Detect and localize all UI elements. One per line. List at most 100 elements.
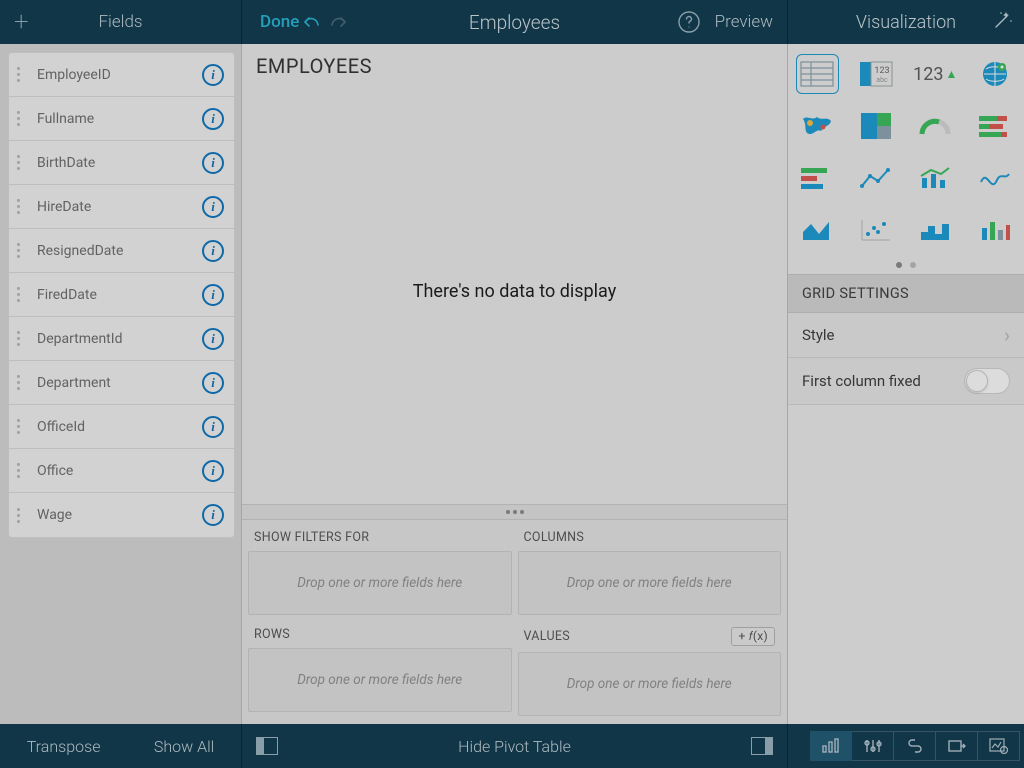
field-info-icon[interactable]: i [202, 372, 224, 394]
field-name: OfficeId [37, 419, 202, 435]
pivot-columns-drop[interactable]: Drop one or more fields here [518, 551, 782, 615]
fields-header: + Fields [0, 0, 242, 44]
done-button[interactable]: Done [260, 12, 299, 32]
style-row[interactable]: Style › [788, 313, 1024, 358]
redo-button[interactable] [325, 9, 351, 35]
help-icon[interactable] [677, 10, 701, 34]
field-row[interactable]: Departmenti [9, 361, 234, 405]
field-info-icon[interactable]: i [202, 504, 224, 526]
viz-combo-icon[interactable] [913, 158, 957, 198]
field-info-icon[interactable]: i [202, 284, 224, 306]
add-field-icon[interactable]: + [14, 7, 29, 37]
field-info-icon[interactable]: i [202, 108, 224, 130]
pivot-rows-drop[interactable]: Drop one or more fields here [248, 648, 512, 712]
field-info-icon[interactable]: i [202, 152, 224, 174]
field-info-icon[interactable]: i [202, 460, 224, 482]
viz-spline-icon[interactable] [973, 158, 1016, 198]
pivot-resize-handle[interactable] [242, 504, 787, 520]
undo-button[interactable] [299, 9, 325, 35]
style-label: Style [802, 326, 835, 344]
field-info-icon[interactable]: i [202, 64, 224, 86]
fields-panel: EmployeeIDiFullnameiBirthDateiHireDateiR… [0, 44, 242, 724]
viz-column-icon[interactable] [973, 210, 1016, 250]
add-calculated-field-button[interactable]: + 𝑓(x) [731, 627, 775, 646]
canvas-panel: EMPLOYEES There's no data to display SHO… [242, 44, 788, 724]
magic-wand-icon[interactable] [992, 9, 1014, 35]
visualization-panel: 123abc 123▲ [788, 44, 1024, 724]
pivot-rows-label: ROWS [254, 627, 290, 642]
field-row[interactable]: BirthDatei [9, 141, 234, 185]
pivot-values-label: VALUES [524, 629, 571, 644]
widget-settings-icon[interactable] [978, 731, 1020, 761]
field-info-icon[interactable]: i [202, 328, 224, 350]
show-all-button[interactable]: Show All [154, 737, 214, 756]
field-row[interactable]: HireDatei [9, 185, 234, 229]
viz-header: Visualization [788, 0, 1024, 44]
drag-grip-icon [17, 111, 27, 126]
drag-grip-icon [17, 419, 27, 434]
settings-sliders-icon[interactable] [852, 731, 894, 761]
viz-hbar-icon[interactable] [796, 158, 839, 198]
pivot-filters: SHOW FILTERS FOR Drop one or more fields… [248, 524, 512, 615]
viz-globe-icon[interactable] [973, 54, 1016, 94]
field-row[interactable]: OfficeIdi [9, 405, 234, 449]
svg-text:123: 123 [874, 66, 889, 76]
visualization-picker: 123abc 123▲ [788, 44, 1024, 254]
field-name: FiredDate [37, 287, 202, 303]
viz-line-icon[interactable] [855, 158, 898, 198]
svg-text:abc: abc [876, 76, 888, 84]
preview-button[interactable]: Preview [715, 12, 773, 32]
field-row[interactable]: Fullnamei [9, 97, 234, 141]
pivot-rows: ROWS Drop one or more fields here [248, 621, 512, 716]
field-info-icon[interactable]: i [202, 196, 224, 218]
drag-grip-icon [17, 287, 27, 302]
pivot-values-drop[interactable]: Drop one or more fields here [518, 652, 782, 716]
pivot-values: VALUES + 𝑓(x) Drop one or more fields he… [518, 621, 782, 716]
toggle-right-panel-icon[interactable] [751, 737, 773, 755]
viz-area-icon[interactable] [796, 210, 839, 250]
field-info-icon[interactable]: i [202, 416, 224, 438]
transpose-button[interactable]: Transpose [27, 737, 101, 756]
field-row[interactable]: Wagei [9, 493, 234, 537]
fields-title: Fields [98, 12, 142, 32]
viz-treemap-icon[interactable] [855, 106, 898, 146]
fields-footer: Transpose Show All [0, 724, 242, 768]
pivot-columns: COLUMNS Drop one or more fields here [518, 524, 782, 615]
toggle-left-panel-icon[interactable] [256, 737, 278, 755]
viz-step-area-icon[interactable] [913, 210, 957, 250]
field-row[interactable]: EmployeeIDi [9, 53, 234, 97]
viz-page-dots[interactable] [788, 254, 1024, 274]
field-name: HireDate [37, 199, 202, 215]
viz-scatter-icon[interactable] [855, 210, 898, 250]
field-row[interactable]: Officei [9, 449, 234, 493]
drag-grip-icon [17, 67, 27, 82]
field-row[interactable]: ResignedDatei [9, 229, 234, 273]
pivot-filters-drop[interactable]: Drop one or more fields here [248, 551, 512, 615]
drag-grip-icon [17, 331, 27, 346]
field-row[interactable]: DepartmentIdi [9, 317, 234, 361]
drag-grip-icon [17, 155, 27, 170]
canvas-title: EMPLOYEES [242, 44, 787, 78]
field-name: EmployeeID [37, 67, 202, 83]
field-row[interactable]: FiredDatei [9, 273, 234, 317]
viz-gauge-icon[interactable] [913, 106, 957, 146]
field-info-icon[interactable]: i [202, 240, 224, 262]
visualization-tab-icon[interactable] [810, 731, 852, 761]
drag-grip-icon [17, 243, 27, 258]
hide-pivot-button[interactable]: Hide Pivot Table [458, 737, 571, 756]
viz-stacked-bar-icon[interactable] [973, 106, 1016, 146]
link-icon[interactable] [894, 731, 936, 761]
field-name: Department [37, 375, 202, 391]
chevron-right-icon: › [1004, 323, 1010, 347]
viz-kpi-icon[interactable]: 123▲ [913, 54, 957, 94]
first-column-fixed-toggle[interactable] [964, 368, 1010, 394]
drag-grip-icon [17, 199, 27, 214]
canvas-footer: Hide Pivot Table [242, 724, 788, 768]
viz-grid-icon[interactable] [796, 54, 839, 94]
field-name: Office [37, 463, 202, 479]
drag-grip-icon [17, 375, 27, 390]
viz-map-icon[interactable] [796, 106, 839, 146]
viz-pivot-icon[interactable]: 123abc [855, 54, 898, 94]
drag-grip-icon [17, 508, 27, 523]
export-icon[interactable] [936, 731, 978, 761]
